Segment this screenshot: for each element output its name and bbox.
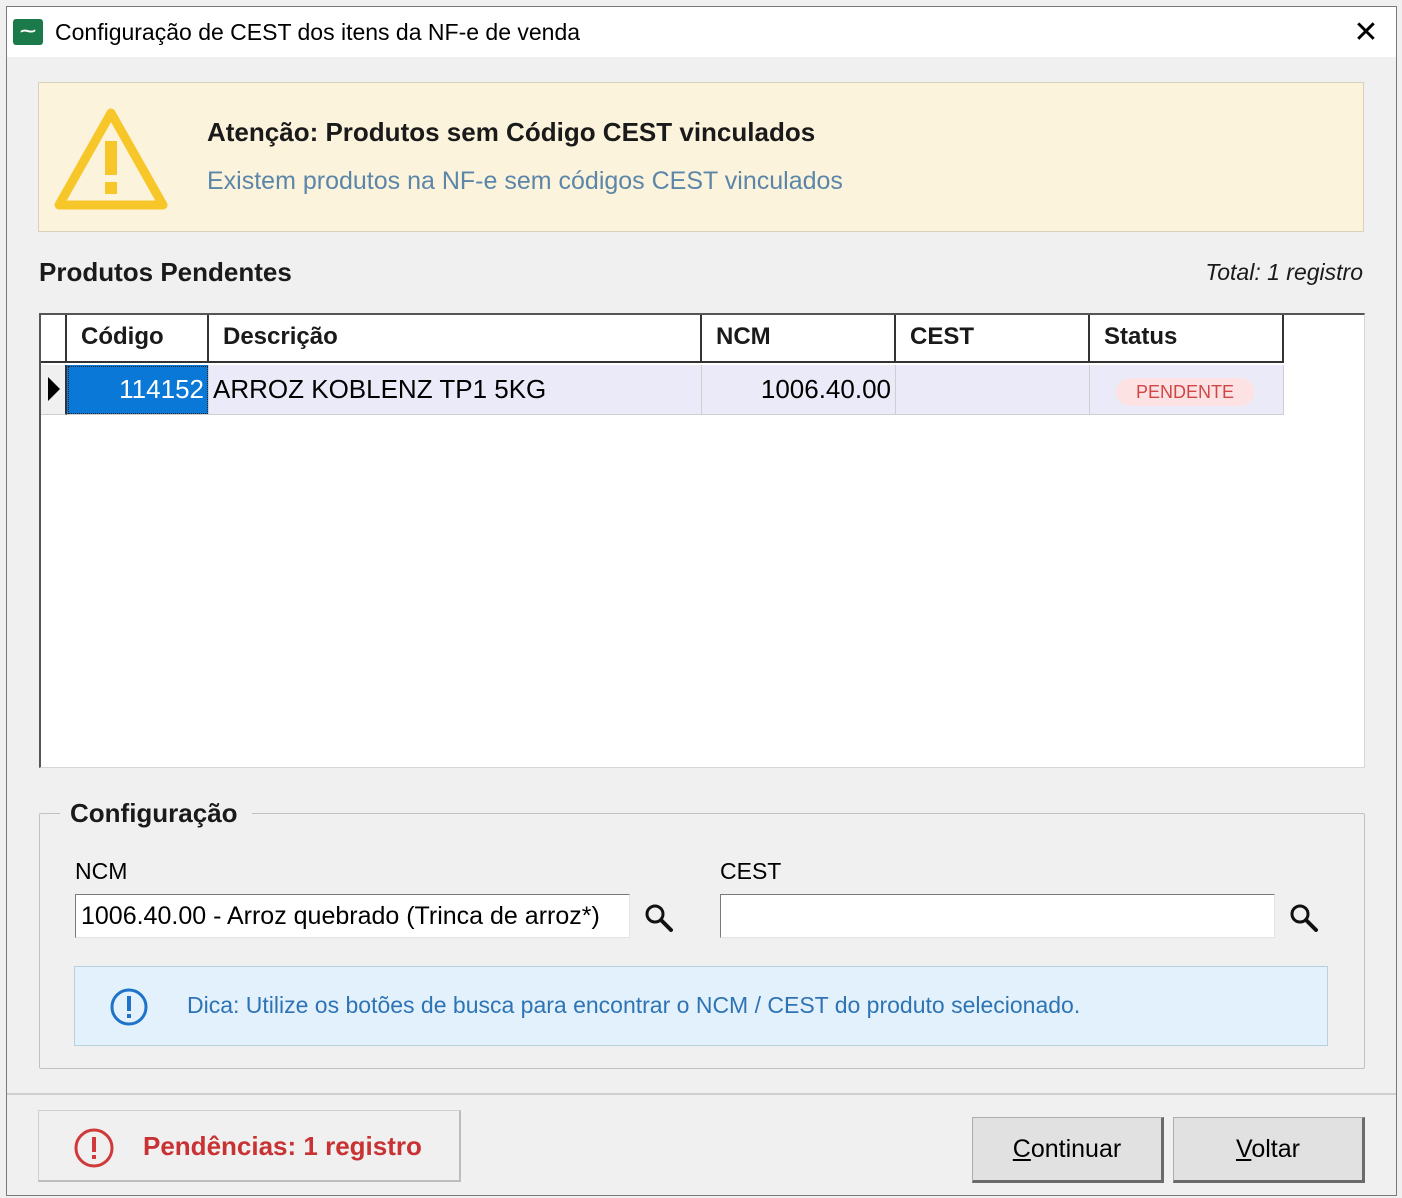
row-indicator-header xyxy=(41,315,67,363)
products-section-title: Produtos Pendentes xyxy=(39,257,292,287)
dialog-window: ⁓ Configuração de CEST dos itens da NF-e… xyxy=(6,6,1397,1196)
column-header-ncm[interactable]: NCM xyxy=(702,315,896,363)
pending-summary: Pendências: 1 registro xyxy=(38,1110,461,1182)
continue-mnemonic: C xyxy=(1012,1135,1031,1163)
title-bar: ⁓ Configuração de CEST dos itens da NF-e… xyxy=(7,7,1396,57)
status-badge: PENDENTE xyxy=(1116,378,1255,406)
warning-subtitle: Existem produtos na NF-e sem códigos CES… xyxy=(207,167,843,195)
row-indicator xyxy=(41,365,67,415)
cell-descricao[interactable]: ARROZ KOBLENZ TP1 5KG xyxy=(209,365,702,415)
alert-circle-icon xyxy=(74,1128,114,1168)
ncm-label: NCM xyxy=(75,858,128,884)
cest-label: CEST xyxy=(720,858,782,884)
table-row[interactable]: 114152 ARROZ KOBLENZ TP1 5KG 1006.40.00 … xyxy=(41,365,1284,415)
config-groupbox: Configuração NCM 1006.40.00 - Arroz queb… xyxy=(39,798,1365,1069)
config-title: Configuração xyxy=(60,798,252,829)
column-header-status[interactable]: Status xyxy=(1090,315,1284,363)
ncm-search-icon[interactable] xyxy=(643,902,675,934)
ncm-input[interactable]: 1006.40.00 - Arroz quebrado (Trinca de a… xyxy=(75,894,630,938)
cell-status[interactable]: PENDENTE xyxy=(1090,365,1284,415)
column-header-codigo[interactable]: Código xyxy=(67,315,209,363)
back-button[interactable]: Voltar xyxy=(1173,1117,1365,1183)
products-grid[interactable]: Código Descrição NCM CEST Status 114152 … xyxy=(39,313,1365,768)
cell-cest[interactable] xyxy=(896,365,1090,415)
column-header-cest[interactable]: CEST xyxy=(896,315,1090,363)
back-label: oltar xyxy=(1251,1135,1300,1163)
back-mnemonic: V xyxy=(1236,1135,1252,1163)
app-logo-icon: ⁓ xyxy=(13,19,43,45)
cell-ncm[interactable]: 1006.40.00 xyxy=(702,365,896,415)
window-title: Configuração de CEST dos itens da NF-e d… xyxy=(55,19,581,45)
cest-input[interactable] xyxy=(720,894,1275,938)
total-count: Total: 1 registro xyxy=(1205,259,1363,285)
footer-divider xyxy=(7,1093,1396,1095)
continue-button[interactable]: Continuar xyxy=(972,1117,1164,1183)
warning-triangle-icon xyxy=(54,108,168,210)
close-button[interactable]: ✕ xyxy=(1346,13,1386,53)
grid-header: Código Descrição NCM CEST Status xyxy=(41,315,1284,365)
column-header-descricao[interactable]: Descrição xyxy=(209,315,702,363)
cell-codigo[interactable]: 114152 xyxy=(67,365,209,415)
continue-label: ontinuar xyxy=(1030,1135,1122,1163)
warning-banner: Atenção: Produtos sem Código CEST vincul… xyxy=(38,82,1364,232)
info-circle-icon xyxy=(110,988,148,1026)
row-pointer-icon xyxy=(48,377,60,401)
tip-text: Dica: Utilize os botões de busca para en… xyxy=(187,992,1081,1018)
cest-search-icon[interactable] xyxy=(1288,902,1320,934)
tip-box: Dica: Utilize os botões de busca para en… xyxy=(74,966,1328,1046)
warning-title: Atenção: Produtos sem Código CEST vincul… xyxy=(207,117,816,147)
pending-count: Pendências: 1 registro xyxy=(143,1131,422,1161)
